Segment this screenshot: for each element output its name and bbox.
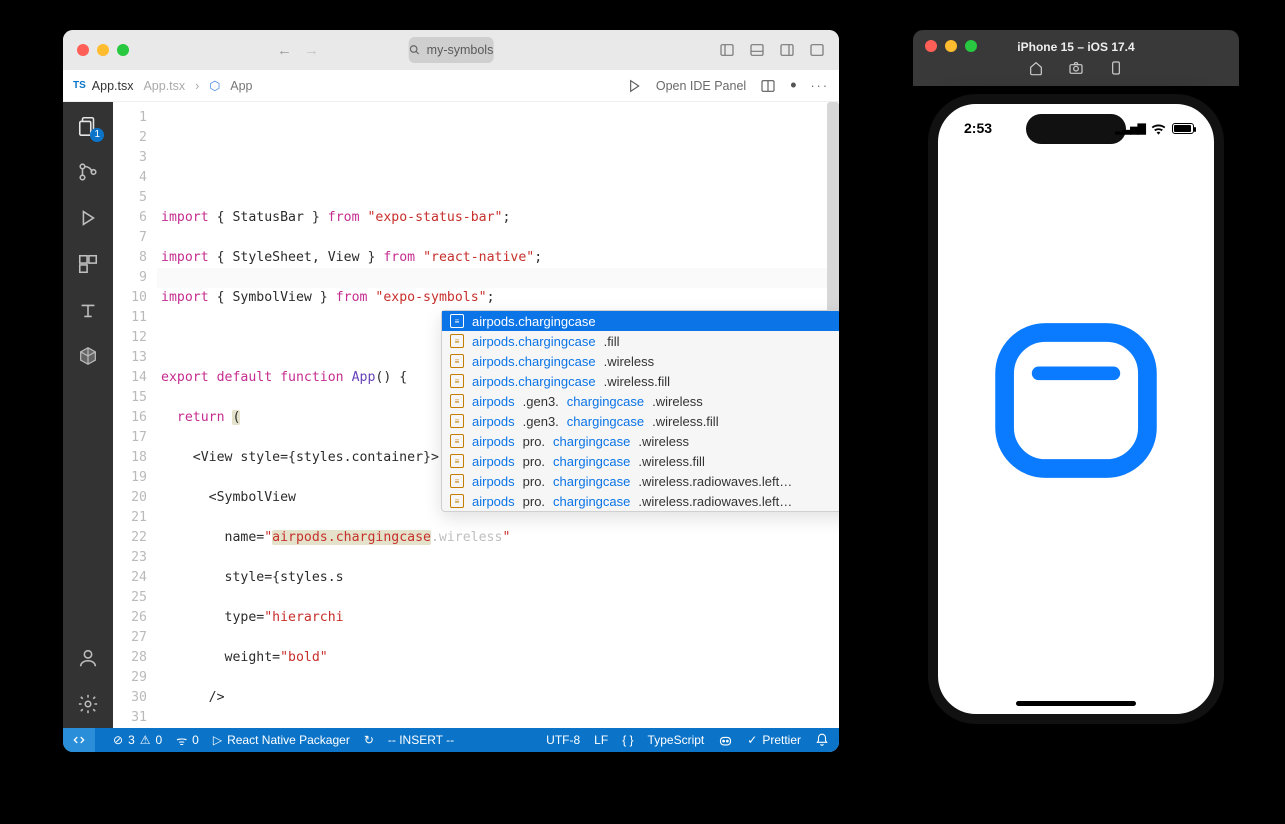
- open-ide-panel[interactable]: Open IDE Panel: [656, 79, 746, 93]
- command-center-search[interactable]: my-symbols: [409, 37, 494, 63]
- line-gutter: 1234 5678 9101112 13141516 17181920 2122…: [113, 102, 157, 728]
- autocomplete-item[interactable]: ≡airpodspro.chargingcase.wireless.radiow…: [442, 471, 839, 491]
- nav-arrows: ← →: [277, 42, 319, 59]
- minimize-window-button[interactable]: [97, 44, 109, 56]
- close-window-button[interactable]: [77, 44, 89, 56]
- sim-minimize-button[interactable]: [945, 40, 957, 52]
- phone-frame: 2:53 ▂▃▅▇: [928, 94, 1224, 724]
- tab-bar: TS App.tsx App.tsx › ⬡ App Open IDE Pane…: [63, 70, 839, 102]
- airpods-case-symbol: [991, 316, 1161, 486]
- nav-forward-icon[interactable]: →: [304, 42, 319, 59]
- simulator-title: iPhone 15 – iOS 17.4: [1017, 40, 1134, 54]
- symbol-module-icon: ⬡: [209, 78, 220, 93]
- warning-icon: ⚠: [140, 733, 151, 747]
- battery-icon: [1172, 123, 1194, 134]
- play-icon: ▷: [213, 733, 222, 747]
- cellular-signal-icon: ▂▃▅▇: [1115, 122, 1145, 135]
- sim-rotate-icon[interactable]: [1108, 60, 1124, 76]
- typescript-badge-icon: TS: [73, 80, 86, 91]
- status-time: 2:53: [964, 120, 992, 136]
- problems-indicator[interactable]: ⊘3 ⚠0: [113, 733, 162, 747]
- dynamic-island: [1026, 114, 1126, 144]
- encoding[interactable]: UTF-8: [546, 733, 580, 747]
- status-bar: ⊘3 ⚠0 ᯤ0 ▷React Native Packager ↻ -- INS…: [63, 728, 839, 752]
- autocomplete-item[interactable]: ≡airpods.chargingcase.fill: [442, 331, 839, 351]
- layout-sidebar-left-icon[interactable]: [719, 42, 735, 58]
- search-icon: [409, 44, 421, 56]
- source-control-icon[interactable]: [76, 160, 100, 184]
- tab-app-tsx[interactable]: TS App.tsx: [73, 79, 133, 93]
- sim-maximize-button[interactable]: [965, 40, 977, 52]
- sim-close-button[interactable]: [925, 40, 937, 52]
- packager-status[interactable]: ▷React Native Packager: [213, 733, 350, 747]
- language-mode[interactable]: TypeScript: [648, 733, 705, 747]
- autocomplete-item[interactable]: ≡airpods.gen3.chargingcase.wireless.fill: [442, 411, 839, 431]
- unsaved-dot-icon: •: [790, 75, 796, 96]
- notifications-bell-icon[interactable]: [815, 733, 829, 747]
- layout-panel-bottom-icon[interactable]: [749, 42, 765, 58]
- activity-bar: [63, 102, 113, 728]
- settings-gear-icon[interactable]: [76, 692, 100, 716]
- run-icon[interactable]: [76, 206, 100, 230]
- error-icon: ⊘: [113, 733, 123, 747]
- wifi-icon: [1151, 123, 1166, 135]
- split-editor-icon[interactable]: [760, 78, 776, 94]
- search-text: my-symbols: [427, 43, 494, 57]
- autocomplete-popup: ≡airpods.chargingcase ≡airpods.chargingc…: [441, 310, 839, 512]
- simulator-titlebar: iPhone 15 – iOS 17.4: [913, 30, 1239, 86]
- autocomplete-item[interactable]: ≡airpodspro.chargingcase.wireless.radiow…: [442, 491, 839, 511]
- autocomplete-item[interactable]: ≡airpods.chargingcase.wireless.fill: [442, 371, 839, 391]
- run-debug-icon[interactable]: [626, 78, 642, 94]
- layout-customize-icon[interactable]: [809, 42, 825, 58]
- maximize-window-button[interactable]: [117, 44, 129, 56]
- accounts-icon[interactable]: [76, 646, 100, 670]
- eol[interactable]: LF: [594, 733, 608, 747]
- autocomplete-item[interactable]: ≡airpods.gen3.chargingcase.wireless: [442, 391, 839, 411]
- radio-indicator[interactable]: ᯤ0: [176, 732, 199, 749]
- chevron-right-icon: ›: [195, 79, 199, 93]
- nav-back-icon[interactable]: ←: [277, 42, 292, 59]
- home-indicator[interactable]: [1016, 701, 1136, 706]
- typography-icon[interactable]: [76, 298, 100, 322]
- sim-screenshot-icon[interactable]: [1068, 60, 1084, 76]
- autocomplete-item[interactable]: ≡airpodspro.chargingcase.wireless: [442, 431, 839, 451]
- autocomplete-item[interactable]: ≡airpods.chargingcase.wireless: [442, 351, 839, 371]
- remote-indicator-icon[interactable]: [63, 728, 95, 752]
- radio-tower-icon: ᯤ: [176, 732, 187, 749]
- simulator-window: iPhone 15 – iOS 17.4 2:53 ▂▃▅▇: [913, 30, 1239, 724]
- prettier-status[interactable]: ✓ Prettier: [747, 733, 801, 747]
- cube-icon[interactable]: [76, 344, 100, 368]
- breadcrumb-file[interactable]: App.tsx: [143, 79, 185, 93]
- status-icons: ▂▃▅▇: [1115, 122, 1194, 135]
- more-actions-icon[interactable]: ···: [811, 79, 830, 93]
- vim-mode: -- INSERT --: [388, 733, 454, 747]
- autocomplete-item[interactable]: ≡airpods.chargingcase: [442, 311, 839, 331]
- sim-home-icon[interactable]: [1028, 60, 1044, 76]
- breadcrumb-symbol[interactable]: App: [230, 79, 252, 93]
- traffic-lights: [77, 44, 129, 56]
- bracket-icon[interactable]: { }: [622, 733, 633, 747]
- copilot-icon[interactable]: [718, 733, 733, 748]
- extensions-icon[interactable]: [76, 252, 100, 276]
- titlebar: ← → my-symbols: [63, 30, 839, 70]
- autocomplete-item[interactable]: ≡airpodspro.chargingcase.wireless.fill: [442, 451, 839, 471]
- sync-icon[interactable]: ↻: [364, 733, 374, 747]
- editor-window: ← → my-symbols TS App.tsx App.tsx › ⬡ Ap…: [63, 30, 839, 752]
- layout-sidebar-right-icon[interactable]: [779, 42, 795, 58]
- tab-filename: App.tsx: [92, 79, 134, 93]
- explorer-icon[interactable]: [76, 114, 100, 138]
